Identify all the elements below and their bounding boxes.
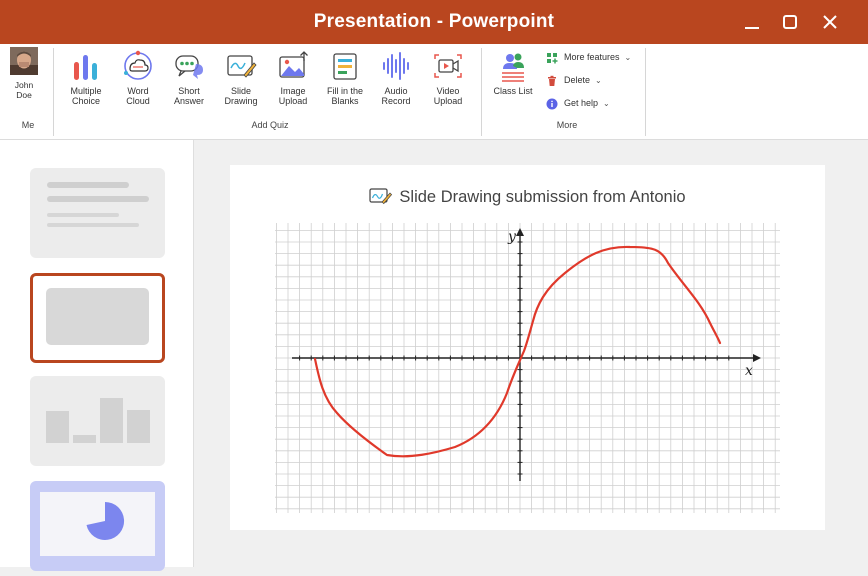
multiple-choice-button[interactable]: Multiple Choice <box>60 49 112 106</box>
x-axis-label: x <box>745 363 753 379</box>
audio-wave-icon <box>379 49 413 83</box>
more-features-button[interactable]: More features ⌄ <box>546 50 631 64</box>
bar-chart-icon <box>69 49 103 83</box>
grid-plus-icon <box>546 52 558 64</box>
short-answer-button[interactable]: Short Answer <box>163 49 215 106</box>
window-title: Presentation - Powerpoint <box>313 11 555 32</box>
group-label-more: More <box>556 120 578 130</box>
fill-in-blanks-button[interactable]: Fill in the Blanks <box>319 49 371 106</box>
video-upload-icon <box>431 49 465 83</box>
ribbon-divider <box>481 48 482 136</box>
audio-record-button[interactable]: Audio Record <box>370 49 422 106</box>
minimize-icon <box>745 27 759 29</box>
slide-drawing-icon <box>369 187 393 205</box>
chat-bubbles-icon <box>172 49 206 83</box>
drawing-graph[interactable]: x y <box>275 223 780 513</box>
ribbon-divider <box>645 48 646 136</box>
chevron-down-icon: ⌄ <box>603 99 610 108</box>
delete-button[interactable]: Delete ⌄ <box>546 73 602 87</box>
chevron-down-icon: ⌄ <box>624 53 632 62</box>
bar-chart-placeholder <box>46 398 150 443</box>
ribbon: John Doe Me Multiple Choice Word Cloud S… <box>0 44 868 140</box>
fill-blanks-icon <box>328 49 362 83</box>
user-last-name: Doe <box>16 90 32 100</box>
chevron-down-icon: ⌄ <box>595 76 602 85</box>
slide-drawing-icon <box>224 49 258 83</box>
class-list-button[interactable]: Class List <box>487 49 539 96</box>
user-profile[interactable]: John Doe <box>7 47 41 100</box>
close-icon <box>823 15 837 29</box>
avatar <box>10 47 38 75</box>
video-upload-button[interactable]: Video Upload <box>422 49 474 106</box>
maximize-button[interactable] <box>778 10 802 34</box>
slide-thumbnail-4[interactable] <box>30 481 165 571</box>
maximize-icon <box>783 15 797 29</box>
get-help-button[interactable]: Get help ⌄ <box>546 96 610 110</box>
text-lines-placeholder <box>47 182 149 227</box>
image-upload-button[interactable]: Image Upload <box>267 49 319 106</box>
word-cloud-icon <box>121 49 155 83</box>
slide-thumbnail-panel <box>0 140 194 571</box>
slide-drawing-button[interactable]: Slide Drawing <box>215 49 267 106</box>
group-label-me: Me <box>21 120 35 130</box>
word-cloud-button[interactable]: Word Cloud <box>112 49 164 106</box>
x-axis <box>292 354 761 362</box>
image-placeholder <box>46 288 149 345</box>
graph-grid <box>275 223 780 513</box>
group-label-add-quiz: Add Quiz <box>251 120 289 130</box>
slide-title: Slide Drawing submission from Antonio <box>230 187 825 207</box>
trash-icon <box>546 75 558 87</box>
ribbon-divider <box>53 48 54 136</box>
slide-canvas: Slide Drawing submission from Antonio x … <box>230 165 825 530</box>
info-icon <box>546 98 558 110</box>
user-first-name: John <box>14 80 34 90</box>
slide-thumbnail-3[interactable] <box>30 376 165 466</box>
class-list-icon <box>496 49 530 83</box>
pie-chart-placeholder <box>40 492 155 556</box>
y-axis-label: y <box>507 229 517 245</box>
image-upload-icon <box>276 49 310 83</box>
slide-thumbnail-1[interactable] <box>30 168 165 258</box>
title-bar: Presentation - Powerpoint <box>0 0 868 44</box>
close-button[interactable] <box>818 10 842 34</box>
slide-title-text: Slide Drawing submission from Antonio <box>399 188 686 206</box>
minimize-button[interactable] <box>740 10 764 34</box>
slide-thumbnail-2[interactable] <box>30 273 165 363</box>
